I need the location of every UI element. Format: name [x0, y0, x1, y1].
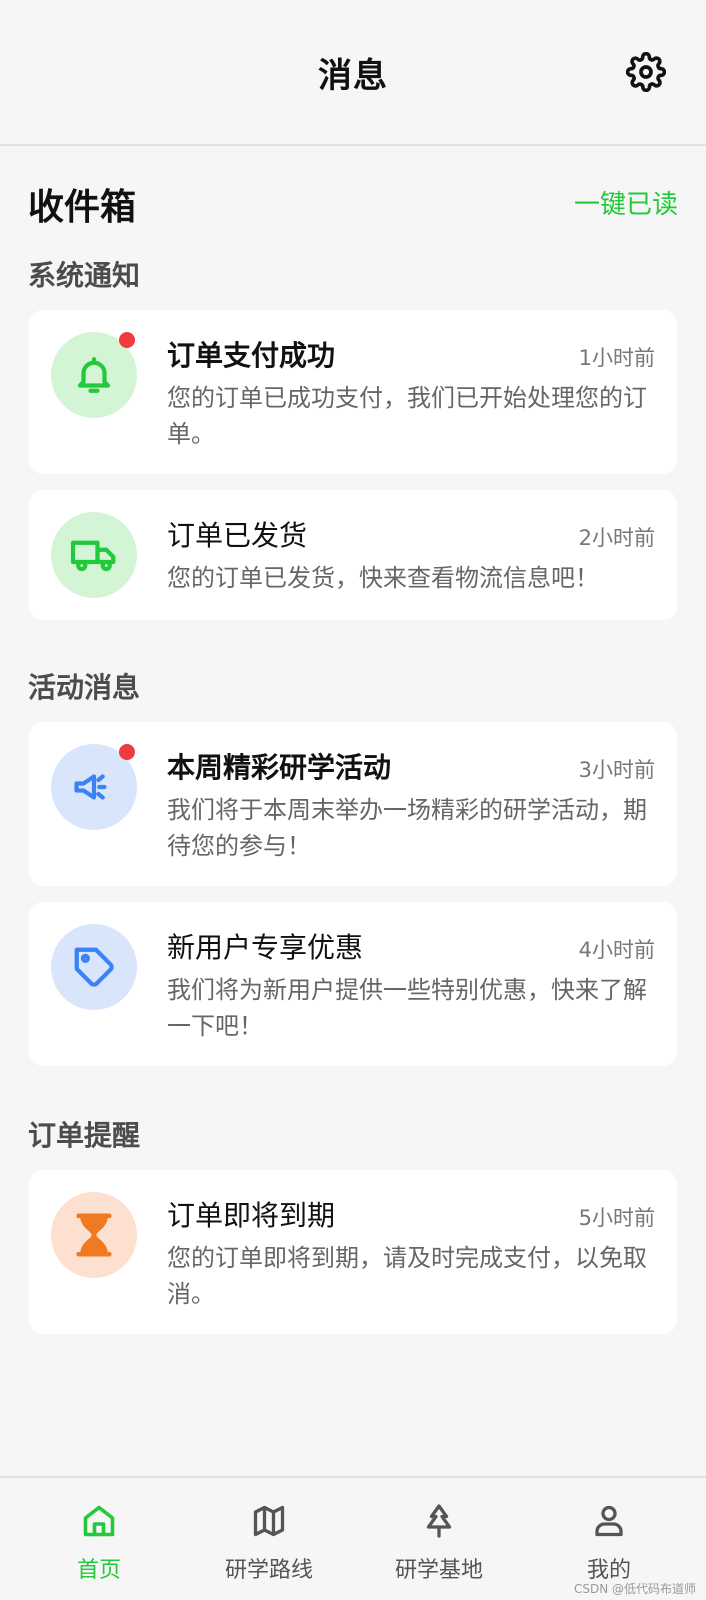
truck-icon [51, 512, 137, 598]
message-time: 2小时前 [578, 526, 655, 550]
message-card[interactable]: 新用户专享优惠 4小时前 我们将为新用户提供一些特别优惠，快来了解一下吧！ [29, 902, 677, 1066]
unread-dot [119, 332, 135, 348]
nav-label: 研学路线 [224, 1558, 313, 1583]
mark-all-read-button[interactable]: 一键已读 [574, 184, 678, 221]
user-icon [591, 1502, 627, 1540]
message-body: 我们将为新用户提供一些特别优惠，快来了解一下吧！ [167, 976, 647, 1040]
message-body: 我们将于本周末举办一场精彩的研学活动，期待您的参与！ [167, 796, 647, 860]
message-card[interactable]: 订单已发货 2小时前 您的订单已发货，快来查看物流信息吧！ [29, 490, 677, 620]
section-title-system: 系统通知 [28, 259, 141, 292]
message-time: 5小时前 [578, 1206, 655, 1230]
message-title: 订单已发货 [167, 519, 308, 552]
message-card[interactable]: 订单即将到期 5小时前 您的订单即将到期，请及时完成支付，以免取消。 [29, 1170, 677, 1334]
message-card[interactable]: 本周精彩研学活动 3小时前 我们将于本周末举办一场精彩的研学活动，期待您的参与！ [29, 722, 677, 886]
nav-item-bases[interactable]: 研学基地 [354, 1478, 524, 1600]
message-title: 订单即将到期 [167, 1199, 336, 1232]
watermark: CSDN @低代码布道师 [573, 1582, 696, 1596]
nav-label: 研学基地 [394, 1558, 483, 1583]
tag-icon [51, 924, 137, 1010]
map-icon [251, 1502, 287, 1540]
message-card[interactable]: 订单支付成功 1小时前 您的订单已成功支付，我们已开始处理您的订单。 [29, 310, 677, 474]
nav-item-routes[interactable]: 研学路线 [184, 1478, 354, 1600]
message-time: 4小时前 [578, 938, 655, 962]
unread-dot [119, 744, 135, 760]
message-body: 您的订单已发货，快来查看物流信息吧！ [167, 564, 599, 592]
page-title: 消息 [318, 56, 388, 96]
home-icon [81, 1502, 117, 1540]
message-title: 本周精彩研学活动 [167, 751, 392, 784]
message-time: 1小时前 [578, 346, 655, 370]
hourglass-icon [51, 1192, 137, 1278]
page: 消息 收件箱 一键已读 系统通知 订单支付成功 1小时前 您的订单已成功支付，我… [0, 0, 706, 1600]
top-bar: 消息 [0, 0, 706, 146]
nav-item-home[interactable]: 首页 [14, 1478, 184, 1600]
message-title: 订单支付成功 [167, 339, 336, 372]
section-title-activity: 活动消息 [28, 671, 141, 704]
section-title-order: 订单提醒 [28, 1119, 141, 1152]
gear-icon[interactable] [625, 51, 667, 93]
message-body: 您的订单即将到期，请及时完成支付，以免取消。 [167, 1244, 647, 1308]
nav-label: 首页 [76, 1558, 121, 1583]
message-title: 新用户专享优惠 [167, 931, 364, 964]
tree-icon [421, 1502, 457, 1540]
message-time: 3小时前 [578, 758, 655, 782]
message-body: 您的订单已成功支付，我们已开始处理您的订单。 [167, 384, 647, 448]
inbox-title: 收件箱 [28, 187, 137, 228]
